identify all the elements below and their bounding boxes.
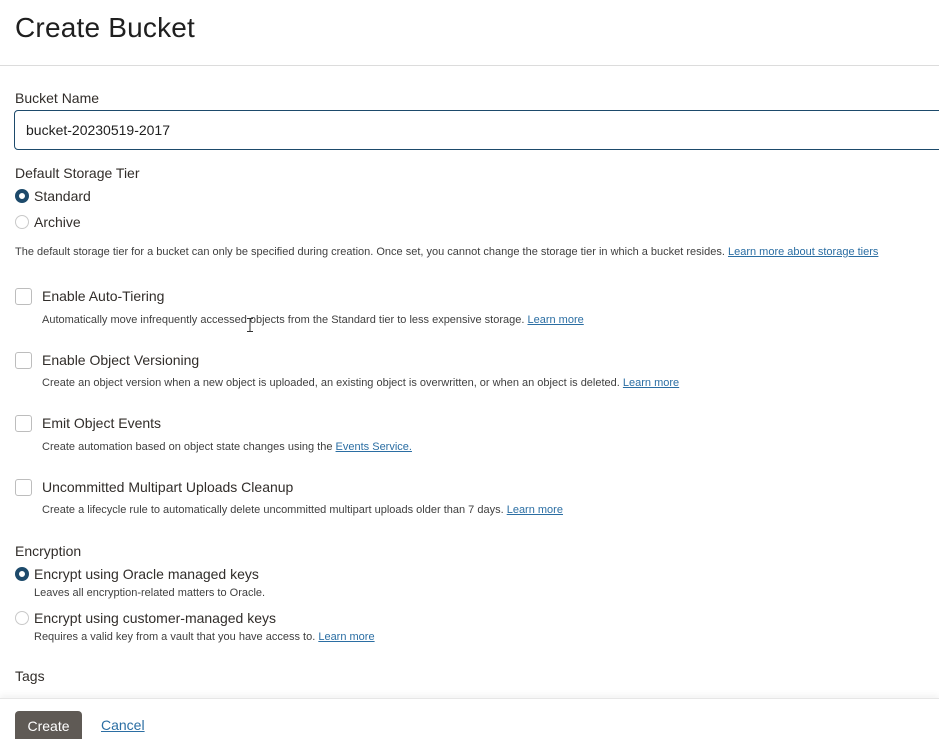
multipart-cleanup-help-text: Create a lifecycle rule to automatically… (42, 504, 504, 516)
tags-label: Tags (15, 668, 45, 684)
oracle-managed-keys-help: Leaves all encryption-related matters to… (34, 587, 266, 599)
bucket-name-input[interactable] (14, 110, 939, 150)
radio-checked-icon[interactable] (15, 189, 29, 203)
storage-tier-help: The default storage tier for a bucket ca… (15, 246, 878, 258)
object-versioning-checkbox[interactable] (15, 351, 32, 369)
auto-tiering-help-text: Automatically move infrequently accessed… (42, 314, 525, 326)
object-versioning-help-text: Create an object version when a new obje… (42, 377, 620, 389)
storage-tier-help-text: The default storage tier for a bucket ca… (15, 246, 725, 258)
storage-tier-label: Default Storage Tier (15, 165, 140, 181)
radio-archive-label: Archive (34, 214, 81, 230)
radio-customer-managed-keys[interactable]: Encrypt using customer-managed keys (15, 609, 276, 627)
radio-checked-icon[interactable] (15, 567, 29, 581)
events-service-link[interactable]: Events Service. (336, 441, 412, 453)
customer-managed-keys-learn-more-link[interactable]: Learn more (318, 631, 374, 643)
multipart-cleanup-label: Uncommitted Multipart Uploads Cleanup (42, 479, 294, 495)
auto-tiering-learn-more-link[interactable]: Learn more (527, 314, 583, 326)
form-body: Bucket Name Default Storage Tier Standar… (0, 66, 939, 698)
auto-tiering-checkbox[interactable] (15, 287, 32, 305)
multipart-cleanup-help: Create a lifecycle rule to automatically… (42, 504, 563, 516)
object-versioning-help: Create an object version when a new obje… (42, 377, 679, 389)
multipart-cleanup-option[interactable]: Uncommitted Multipart Uploads Cleanup (15, 478, 293, 496)
radio-archive[interactable]: Archive (15, 213, 81, 231)
create-button[interactable]: Create (15, 711, 82, 739)
object-versioning-label: Enable Object Versioning (42, 352, 200, 368)
bucket-name-label: Bucket Name (15, 90, 100, 106)
auto-tiering-label: Enable Auto-Tiering (42, 288, 165, 304)
auto-tiering-help: Automatically move infrequently accessed… (42, 314, 584, 326)
object-events-help-text: Create automation based on object state … (42, 441, 333, 453)
object-events-help: Create automation based on object state … (42, 441, 412, 453)
multipart-cleanup-learn-more-link[interactable]: Learn more (507, 504, 563, 516)
radio-unchecked-icon[interactable] (15, 611, 29, 625)
radio-oracle-managed-keys-label: Encrypt using Oracle managed keys (34, 566, 259, 582)
storage-tier-learn-more-link[interactable]: Learn more about storage tiers (728, 246, 878, 258)
cancel-link[interactable]: Cancel (101, 717, 145, 733)
auto-tiering-option[interactable]: Enable Auto-Tiering (15, 287, 164, 305)
radio-standard[interactable]: Standard (15, 187, 91, 205)
object-events-checkbox[interactable] (15, 414, 32, 432)
customer-managed-keys-help: Requires a valid key from a vault that y… (34, 631, 375, 643)
radio-customer-managed-keys-label: Encrypt using customer-managed keys (34, 610, 276, 626)
object-versioning-learn-more-link[interactable]: Learn more (623, 377, 679, 389)
page-title: Create Bucket (15, 12, 196, 43)
radio-standard-label: Standard (34, 188, 91, 204)
object-events-label: Emit Object Events (42, 415, 162, 431)
radio-oracle-managed-keys[interactable]: Encrypt using Oracle managed keys (15, 565, 259, 583)
multipart-cleanup-checkbox[interactable] (15, 478, 32, 496)
form-footer: Create Cancel (0, 698, 939, 739)
object-events-option[interactable]: Emit Object Events (15, 414, 161, 432)
text-cursor-icon (247, 318, 253, 332)
customer-managed-keys-help-text: Requires a valid key from a vault that y… (34, 631, 316, 643)
radio-unchecked-icon[interactable] (15, 215, 29, 229)
object-versioning-option[interactable]: Enable Object Versioning (15, 351, 199, 369)
encryption-label: Encryption (15, 543, 82, 559)
page-header: Create Bucket (0, 0, 939, 66)
